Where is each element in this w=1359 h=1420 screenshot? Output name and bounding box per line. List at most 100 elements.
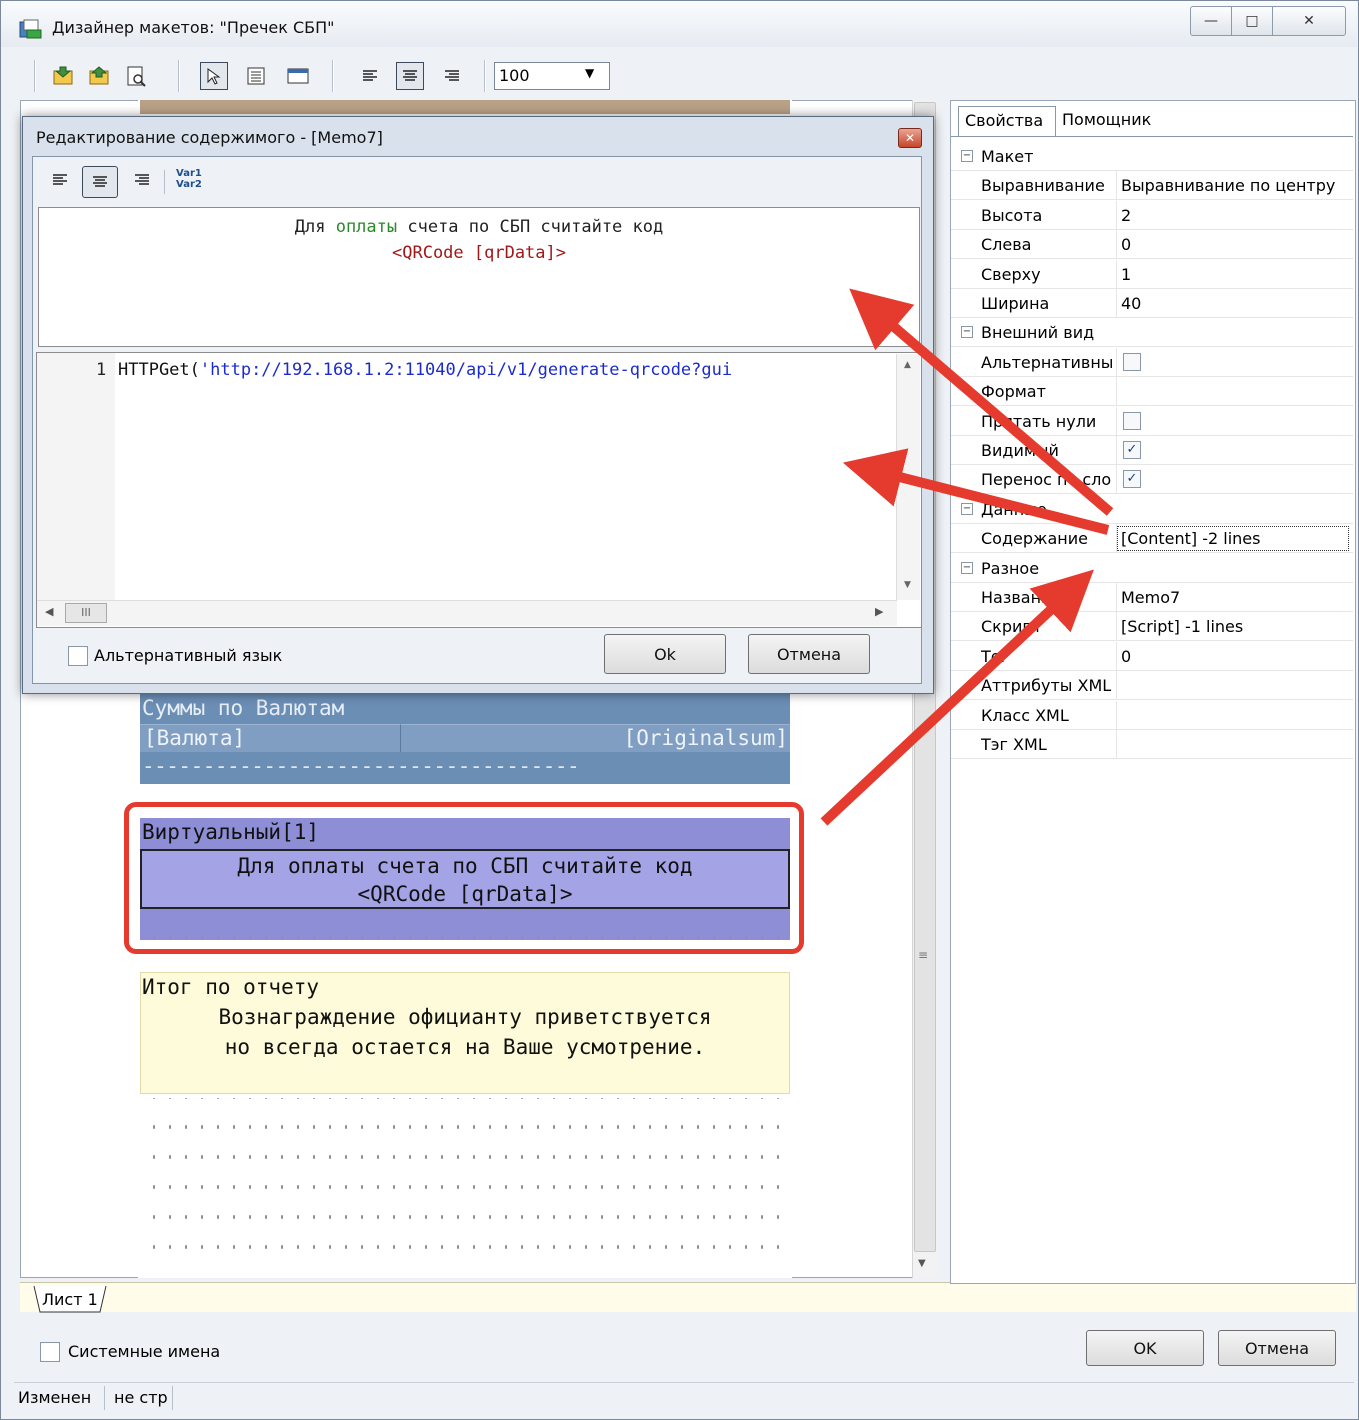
line-number-gutter: [37, 353, 115, 601]
sheet-tab-label: Лист 1: [42, 1290, 98, 1309]
property-row[interactable]: Класс XML: [951, 700, 1353, 730]
scroll-left-icon[interactable]: ◀: [45, 605, 53, 618]
code-line-1[interactable]: HTTPGet('http://192.168.1.2:11040/api/v1…: [118, 360, 894, 380]
scroll-down-icon[interactable]: ▼: [904, 580, 911, 590]
property-row[interactable]: Скрипт [Script] -1 lines: [951, 612, 1353, 642]
editor-vertical-scrollbar[interactable]: ▲ ▼: [896, 354, 920, 600]
property-row[interactable]: Тэг XML: [951, 730, 1353, 759]
property-value[interactable]: [Script] -1 lines: [1121, 617, 1243, 636]
align-right-button[interactable]: [438, 62, 466, 90]
select-tool-button[interactable]: [200, 62, 228, 90]
property-category[interactable]: − Макет: [951, 142, 1353, 171]
sheet-tab-1[interactable]: Лист 1: [14, 1286, 110, 1314]
property-value[interactable]: 2: [1121, 206, 1131, 225]
property-row[interactable]: Тег 0: [951, 641, 1353, 671]
dialog-align-right-button[interactable]: [128, 166, 156, 194]
toolbar-separator: [178, 60, 180, 92]
dialog-ok-button[interactable]: Ok: [604, 634, 726, 674]
insert-variable-button[interactable]: Var1 Var2: [176, 168, 202, 190]
property-row[interactable]: Сверху 1: [951, 259, 1353, 289]
close-window-button[interactable]: ✕: [1272, 6, 1346, 36]
property-checkbox[interactable]: ✓: [1123, 470, 1141, 489]
column-divider: [1116, 406, 1117, 435]
original-sum-cell[interactable]: [Originalsum]: [400, 724, 790, 752]
alt-language-checkbox[interactable]: [68, 646, 88, 666]
maximize-button[interactable]: □: [1231, 6, 1273, 36]
property-row[interactable]: Альтернативны: [951, 347, 1353, 377]
property-value[interactable]: 1: [1121, 265, 1131, 284]
preview-button[interactable]: [122, 62, 150, 90]
property-value[interactable]: [Content] -2 lines: [1117, 526, 1349, 552]
column-divider: [1116, 347, 1117, 376]
band-tool-button[interactable]: [284, 62, 312, 90]
dialog-cancel-button[interactable]: Отмена: [748, 634, 870, 674]
column-divider: [1116, 230, 1117, 259]
footer-ok-button[interactable]: OK: [1086, 1330, 1204, 1366]
scroll-right-icon[interactable]: ▶: [875, 605, 883, 618]
minimize-button[interactable]: —: [1190, 6, 1232, 36]
property-category[interactable]: − Внешний вид: [951, 318, 1353, 348]
property-row[interactable]: Перенос по сло ✓: [951, 465, 1353, 495]
scroll-down-icon[interactable]: ▼: [918, 1258, 926, 1269]
save-folder-icon: [89, 66, 109, 85]
dialog-close-button[interactable]: ✕: [898, 128, 922, 148]
collapse-icon[interactable]: −: [961, 150, 973, 162]
tab-helper[interactable]: Помощник: [1056, 106, 1166, 136]
save-layout-button[interactable]: [86, 62, 114, 90]
alt-language-label: Альтернативный язык: [94, 646, 283, 665]
property-category[interactable]: − Данные: [951, 495, 1353, 524]
dialog-align-left-button[interactable]: [46, 166, 74, 194]
zoom-select[interactable]: 100 ▼: [494, 62, 610, 90]
dialog-align-center-button[interactable]: [82, 166, 118, 198]
property-value[interactable]: Memo7: [1121, 588, 1180, 607]
property-name: Ширина: [981, 294, 1050, 313]
currency-band-title: Суммы по Валютам: [142, 696, 345, 720]
property-row[interactable]: Название Memo7: [951, 583, 1353, 612]
system-names-label: Системные имена: [68, 1342, 221, 1361]
collapse-icon[interactable]: −: [961, 502, 973, 515]
system-names-checkbox[interactable]: [40, 1342, 60, 1362]
footer-cancel-button[interactable]: Отмена: [1218, 1330, 1336, 1366]
property-row[interactable]: Высота 2: [951, 200, 1353, 230]
property-checkbox[interactable]: ✓: [1123, 441, 1141, 459]
zoom-value: 100: [499, 66, 530, 85]
property-row[interactable]: Ширина 40: [951, 289, 1353, 318]
property-row[interactable]: Выравнивание Выравнивание по центру: [951, 171, 1353, 201]
tab-properties[interactable]: Свойства: [958, 106, 1056, 136]
align-left-button[interactable]: [356, 62, 384, 90]
collapse-icon[interactable]: −: [961, 326, 973, 339]
open-layout-button[interactable]: [50, 62, 78, 90]
window-title: Дизайнер макетов: "Пречек СБП": [52, 18, 335, 37]
code-function: HTTPGet(: [118, 360, 200, 380]
editor-horizontal-scrollbar[interactable]: ◀ III ▶: [37, 600, 897, 626]
property-category[interactable]: − Разное: [951, 554, 1353, 583]
property-value[interactable]: 0: [1121, 647, 1131, 666]
property-name: Скрипт: [981, 617, 1043, 637]
category-label: Данные: [981, 499, 1047, 519]
script-editor[interactable]: [36, 352, 922, 628]
property-value[interactable]: 40: [1121, 294, 1141, 313]
align-right-icon: [135, 174, 149, 185]
align-right-icon: [445, 70, 459, 81]
page-top-band: [140, 100, 790, 114]
currency-cell[interactable]: [Валюта]: [140, 724, 400, 752]
property-row[interactable]: Формат: [951, 377, 1353, 407]
currency-cell-text: [Валюта]: [144, 726, 246, 750]
property-value[interactable]: Выравнивание по центру: [1121, 176, 1335, 195]
property-row[interactable]: Аттрибуты XML: [951, 671, 1353, 701]
align-center-button[interactable]: [396, 62, 424, 90]
total-line1: Вознаграждение официанту приветствуется: [218, 1005, 712, 1029]
property-checkbox[interactable]: [1123, 411, 1141, 430]
property-row[interactable]: Прятать нули: [951, 406, 1353, 436]
property-row[interactable]: Содержание [Content] -2 lines: [951, 524, 1353, 554]
column-divider: [1116, 700, 1117, 729]
sheet-tab-strip: [20, 1282, 1356, 1312]
property-value[interactable]: 0: [1121, 235, 1131, 254]
collapse-icon[interactable]: −: [961, 561, 973, 574]
property-row[interactable]: Видимый ✓: [951, 436, 1353, 465]
scroll-up-icon[interactable]: ▲: [904, 360, 911, 370]
memo-tool-button[interactable]: [242, 62, 270, 90]
property-checkbox[interactable]: [1123, 352, 1141, 371]
property-row[interactable]: Слева 0: [951, 230, 1353, 260]
hscroll-thumb[interactable]: III: [65, 603, 107, 623]
